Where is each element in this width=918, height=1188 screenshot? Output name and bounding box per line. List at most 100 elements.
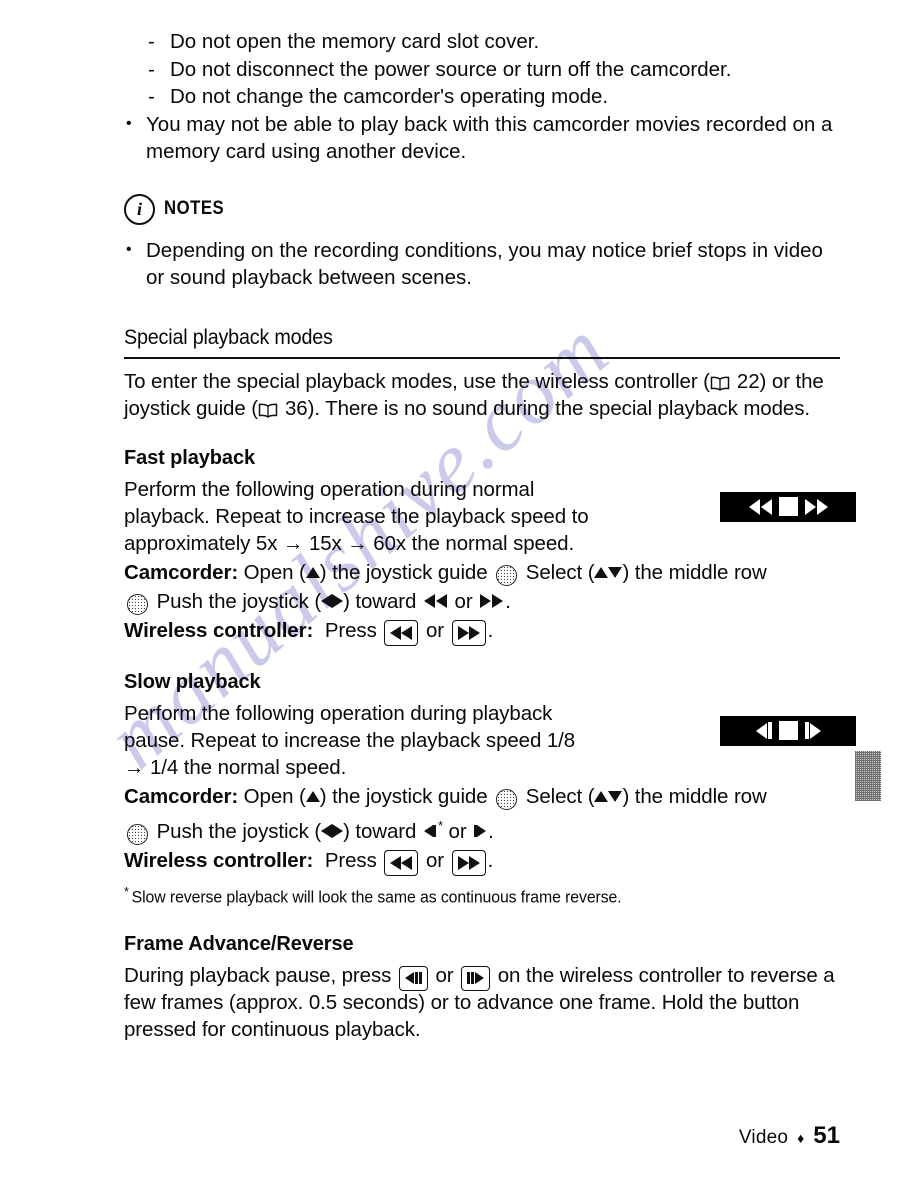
list-item-text: Do not open the memory card slot cover. (170, 30, 540, 53)
remote-step-end: . (487, 848, 494, 872)
camcorder-step-end: . (505, 589, 511, 613)
joystick-down-icon (608, 567, 623, 579)
page-footer: Video ♦ 51 (739, 1122, 840, 1150)
rewind-double-icon (748, 498, 772, 515)
list-item: • You may not be able to play back with … (124, 111, 840, 166)
rewind-double-icon (423, 588, 447, 615)
slow-playback-camcorder-steps: Camcorder: Open ( ) the joystick guide Se… (124, 783, 840, 810)
document-page: - Do not open the memory card slot cover… (0, 0, 918, 1188)
wireless-controller-label: Wireless controller: (124, 848, 314, 872)
joystick-down-icon (608, 791, 623, 803)
remote-frame-reverse-button[interactable] (398, 965, 428, 992)
camcorder-label: Camcorder: (124, 784, 239, 808)
joystick-guide-icon (127, 823, 148, 845)
remote-frame-advance-button[interactable] (461, 965, 491, 992)
camcorder-step-text-1: Open ( (243, 784, 306, 808)
slow-forward-icon (474, 818, 487, 845)
info-icon-glyph: i (136, 199, 142, 219)
fast-playback-description: Perform the following operation during n… (124, 477, 589, 555)
list-item-text: You may not be able to play back with th… (146, 112, 833, 164)
warning-list: - Do not open the memory card slot cover… (124, 28, 840, 166)
camcorder-step-text-3: Select ( (525, 560, 595, 584)
camcorder-step-text-6: ) toward (343, 589, 417, 613)
remote-fast-forward-button[interactable] (451, 850, 486, 876)
fast-playback-remote-steps: Wireless controller: Press or . (124, 617, 840, 646)
camcorder-step-text-6: ) toward (343, 819, 417, 843)
slow-playback-footnote: * Slow reverse playback will look the sam… (124, 881, 811, 909)
list-item: • Depending on the recording conditions,… (124, 237, 840, 292)
fast-forward-double-icon (480, 588, 504, 615)
list-item-text: Depending on the recording conditions, y… (146, 238, 823, 290)
joystick-up-icon (594, 790, 609, 802)
fast-playback-heading: Fast playback (124, 446, 255, 469)
notes-label: NOTES (164, 198, 225, 219)
joystick-up-icon (594, 566, 609, 578)
intro-text-3: ). There is no sound during the special … (307, 396, 810, 420)
wireless-controller-label: Wireless controller: (124, 618, 314, 642)
list-item: - Do not open the memory card slot cover… (124, 28, 840, 56)
camcorder-step-text-4: ) the middle row (622, 560, 767, 584)
camcorder-step-text-2: ) the joystick guide (319, 784, 488, 808)
remote-step-text-1: Press (324, 848, 377, 872)
dash-marker: - (148, 57, 155, 81)
slow-reverse-icon (423, 818, 436, 845)
camcorder-step-text-1: Open ( (243, 560, 306, 584)
notes-header: i NOTES (124, 193, 840, 225)
joystick-left-icon (321, 594, 333, 609)
camcorder-step-or: or (454, 589, 473, 613)
frame-advance-text-1: During playback pause, press (124, 964, 392, 988)
footnote-marker: * (437, 817, 443, 833)
remote-rewind-button[interactable] (384, 620, 419, 646)
slow-playback-screen (720, 715, 856, 746)
camcorder-step-text-4: ) the middle row (622, 784, 767, 808)
slow-forward-icon (804, 722, 821, 740)
camcorder-step-text-3: Select ( (525, 784, 595, 808)
notes-list: • Depending on the recording conditions,… (124, 237, 840, 292)
frame-advance-heading: Frame Advance/Reverse (124, 933, 354, 956)
slow-playback-remote-steps: Wireless controller: Press or . (124, 847, 840, 876)
stop-square-icon (778, 721, 798, 741)
remote-fast-forward-button[interactable] (451, 620, 486, 646)
frame-advance-text: During playback pause, press or on the w… (124, 962, 840, 1043)
remote-step-or: or (425, 618, 444, 642)
footer-diamond-icon: ♦ (797, 1130, 805, 1146)
list-item-text: Do not change the camcorder's operating … (170, 85, 609, 108)
fast-playback-screen (720, 491, 856, 522)
joystick-up-icon (305, 566, 320, 578)
slow-playback-heading: Slow playback (124, 670, 261, 693)
bullet-marker: • (126, 114, 132, 132)
joystick-up-icon (305, 790, 320, 802)
slow-playback-block: Perform the following operation during p… (124, 700, 856, 781)
stop-square-icon (778, 497, 798, 517)
remote-step-text-1: Press (324, 618, 377, 642)
bullet-marker: • (126, 240, 132, 258)
section-heading: Special playback modes (124, 326, 840, 355)
list-item-text: Do not disconnect the power source or tu… (170, 57, 732, 81)
camcorder-step-text-5: Push the joystick ( (156, 589, 322, 613)
section-title: Special playback modes (124, 325, 333, 349)
page-number: 51 (813, 1122, 840, 1149)
joystick-left-icon (321, 824, 333, 839)
dash-marker: - (148, 85, 155, 108)
dash-marker: - (148, 30, 155, 53)
info-circle-icon: i (124, 193, 155, 225)
camcorder-step-text-2: ) the joystick guide (319, 560, 488, 584)
joystick-guide-icon (496, 564, 518, 586)
fast-playback-camcorder-steps-2: Push the joystick ( ) toward or . (124, 588, 840, 615)
book-reference-icon (710, 376, 730, 392)
camcorder-step-text-5: Push the joystick ( (156, 819, 322, 843)
footer-section-label: Video (738, 1127, 789, 1148)
fast-playback-camcorder-steps: Camcorder: Open ( ) the joystick guide Se… (124, 559, 840, 586)
intro-text-1: To enter the special playback modes, use… (124, 369, 710, 393)
slow-playback-camcorder-steps-2: Push the joystick () toward * or . (124, 812, 840, 845)
footnote-marker: * (124, 883, 129, 899)
camcorder-step-end: . (488, 819, 494, 843)
camcorder-label: Camcorder: (124, 560, 239, 584)
book-reference-icon (258, 403, 278, 419)
chapter-thumb-tab (855, 751, 881, 801)
page-content: - Do not open the memory card slot cover… (124, 28, 856, 1043)
footnote-text: Slow reverse playback will look the same… (131, 888, 622, 907)
remote-step-end: . (487, 618, 494, 642)
joystick-right-icon (332, 824, 344, 839)
remote-rewind-button[interactable] (384, 850, 419, 876)
